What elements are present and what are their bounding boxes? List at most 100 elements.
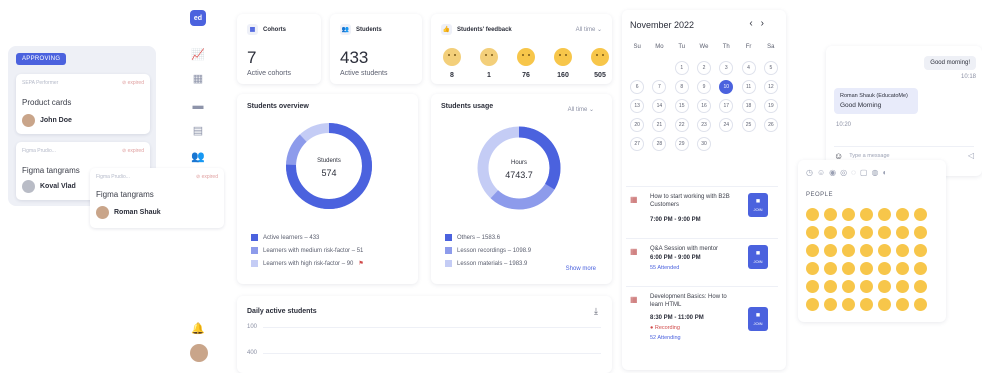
travel-icon[interactable]: ▢ bbox=[860, 168, 868, 177]
emoji-face-icon[interactable] bbox=[806, 262, 819, 275]
calendar-day[interactable]: 5 bbox=[763, 61, 778, 75]
calendar-icon[interactable]: ▦ bbox=[190, 70, 206, 86]
prev-month-button[interactable]: ‹ bbox=[749, 18, 760, 29]
calendar-day[interactable]: 10 bbox=[719, 80, 734, 94]
emoji-face-icon[interactable] bbox=[896, 280, 909, 293]
show-more-link[interactable]: Show more bbox=[566, 266, 596, 272]
smiley-icon[interactable]: ☺ bbox=[817, 168, 825, 177]
join-button[interactable]: ■ JOIN bbox=[748, 245, 768, 269]
calendar-day[interactable]: 12 bbox=[763, 80, 778, 94]
emoji-face-icon[interactable] bbox=[896, 244, 909, 257]
emoji-face-icon[interactable] bbox=[842, 208, 855, 221]
emoji-face-icon[interactable] bbox=[806, 280, 819, 293]
calendar-day[interactable]: 16 bbox=[696, 99, 711, 113]
emoji-face-icon[interactable] bbox=[806, 226, 819, 239]
recent-icon[interactable]: ◷ bbox=[806, 168, 813, 177]
folder-icon[interactable]: ▤ bbox=[190, 122, 206, 138]
usage-range-select[interactable]: All time ⌄ bbox=[568, 106, 594, 113]
calendar-day[interactable]: 6 bbox=[630, 80, 645, 94]
event-item[interactable]: ▦ Q&A Session with mentor 6:00 PM - 9:00… bbox=[626, 238, 778, 288]
calendar-day[interactable]: 29 bbox=[674, 137, 689, 151]
emoji-face-icon[interactable] bbox=[860, 208, 873, 221]
monitor-icon[interactable]: ▬ bbox=[190, 98, 206, 114]
emoji-face-icon[interactable] bbox=[860, 244, 873, 257]
calendar-day[interactable]: 17 bbox=[719, 99, 734, 113]
emoji-face-icon[interactable] bbox=[860, 262, 873, 275]
download-icon[interactable]: ⤓ bbox=[594, 306, 598, 317]
event-item[interactable]: ▦ How to start working with B2B Customer… bbox=[626, 186, 778, 236]
feedback-range-select[interactable]: All time ⌄ bbox=[576, 26, 602, 33]
emoji-face-icon[interactable] bbox=[842, 262, 855, 275]
food-icon[interactable]: ◎ bbox=[840, 168, 847, 177]
emoji-face-icon[interactable] bbox=[842, 298, 855, 311]
calendar-day[interactable]: 8 bbox=[674, 80, 689, 94]
calendar-day[interactable]: 20 bbox=[630, 118, 645, 132]
emoji-face-icon[interactable] bbox=[914, 298, 927, 311]
message-input[interactable]: ☺ Type a message ◁ bbox=[834, 146, 974, 161]
user-avatar[interactable] bbox=[190, 344, 208, 362]
symbol-icon[interactable]: ◐ bbox=[882, 168, 887, 177]
calendar-day[interactable]: 18 bbox=[741, 99, 756, 113]
emoji-face-icon[interactable] bbox=[842, 244, 855, 257]
emoji-face-icon[interactable] bbox=[896, 226, 909, 239]
emoji-face-icon[interactable] bbox=[842, 280, 855, 293]
emoji-face-icon[interactable] bbox=[878, 262, 891, 275]
calendar-day[interactable]: 24 bbox=[719, 118, 734, 132]
emoji-face-icon[interactable] bbox=[824, 262, 837, 275]
dragged-task-card[interactable]: Figma Prudio... ⊘ expired Figma tangrams… bbox=[90, 168, 224, 228]
emoji-face-icon[interactable] bbox=[896, 298, 909, 311]
emoji-face-icon[interactable] bbox=[878, 208, 891, 221]
calendar-day[interactable]: 19 bbox=[763, 99, 778, 113]
emoji-face-icon[interactable] bbox=[914, 244, 927, 257]
emoji-face-icon[interactable] bbox=[896, 262, 909, 275]
calendar-day[interactable]: 1 bbox=[674, 61, 689, 75]
emoji-face-icon[interactable] bbox=[914, 226, 927, 239]
emoji-face-icon[interactable] bbox=[824, 208, 837, 221]
calendar-day[interactable]: 14 bbox=[652, 99, 667, 113]
next-month-button[interactable]: › bbox=[761, 18, 772, 29]
calendar-day[interactable]: 27 bbox=[630, 137, 645, 151]
join-button[interactable]: ■ JOIN bbox=[748, 193, 768, 217]
emoji-face-icon[interactable] bbox=[806, 208, 819, 221]
calendar-day[interactable]: 21 bbox=[652, 118, 667, 132]
emoji-face-icon[interactable] bbox=[824, 298, 837, 311]
object-icon[interactable]: ◍ bbox=[871, 168, 878, 177]
calendar-day[interactable]: 25 bbox=[741, 118, 756, 132]
emoji-face-icon[interactable] bbox=[878, 244, 891, 257]
emoji-face-icon[interactable] bbox=[896, 208, 909, 221]
emoji-face-icon[interactable] bbox=[860, 298, 873, 311]
emoji-face-icon[interactable] bbox=[914, 262, 927, 275]
users-icon[interactable]: 👥 bbox=[190, 148, 206, 164]
app-logo-icon[interactable]: ed bbox=[190, 10, 206, 26]
emoji-face-icon[interactable] bbox=[878, 226, 891, 239]
calendar-day[interactable]: 3 bbox=[719, 61, 734, 75]
calendar-day[interactable]: 26 bbox=[763, 118, 778, 132]
activity-icon[interactable]: ◌ bbox=[851, 168, 856, 177]
calendar-day[interactable]: 22 bbox=[674, 118, 689, 132]
emoji-face-icon[interactable] bbox=[860, 226, 873, 239]
emoji-face-icon[interactable] bbox=[806, 244, 819, 257]
emoji-face-icon[interactable] bbox=[824, 244, 837, 257]
emoji-face-icon[interactable] bbox=[824, 280, 837, 293]
calendar-day[interactable]: 23 bbox=[696, 118, 711, 132]
join-button[interactable]: ■ JOIN bbox=[748, 307, 768, 331]
emoji-face-icon[interactable] bbox=[860, 280, 873, 293]
animal-icon[interactable]: ◉ bbox=[829, 168, 836, 177]
calendar-day[interactable]: 11 bbox=[741, 80, 756, 94]
emoji-face-icon[interactable] bbox=[914, 280, 927, 293]
send-icon[interactable]: ◁ bbox=[968, 151, 974, 160]
emoji-face-icon[interactable] bbox=[878, 280, 891, 293]
calendar-day[interactable]: 28 bbox=[652, 137, 667, 151]
emoji-face-icon[interactable] bbox=[824, 226, 837, 239]
emoji-face-icon[interactable] bbox=[806, 298, 819, 311]
calendar-day[interactable]: 2 bbox=[696, 61, 711, 75]
emoji-face-icon[interactable] bbox=[914, 208, 927, 221]
emoji-face-icon[interactable] bbox=[878, 298, 891, 311]
calendar-day[interactable]: 15 bbox=[674, 99, 689, 113]
event-item[interactable]: ▦ Development Basics: How to learn HTML … bbox=[626, 286, 778, 356]
task-card[interactable]: SEPA Performer ⊘ expired Product cards J… bbox=[16, 74, 150, 134]
calendar-day[interactable]: 13 bbox=[630, 99, 645, 113]
chart-icon[interactable]: 📈 bbox=[190, 46, 206, 62]
calendar-day[interactable]: 30 bbox=[696, 137, 711, 151]
calendar-day[interactable]: 4 bbox=[741, 61, 756, 75]
